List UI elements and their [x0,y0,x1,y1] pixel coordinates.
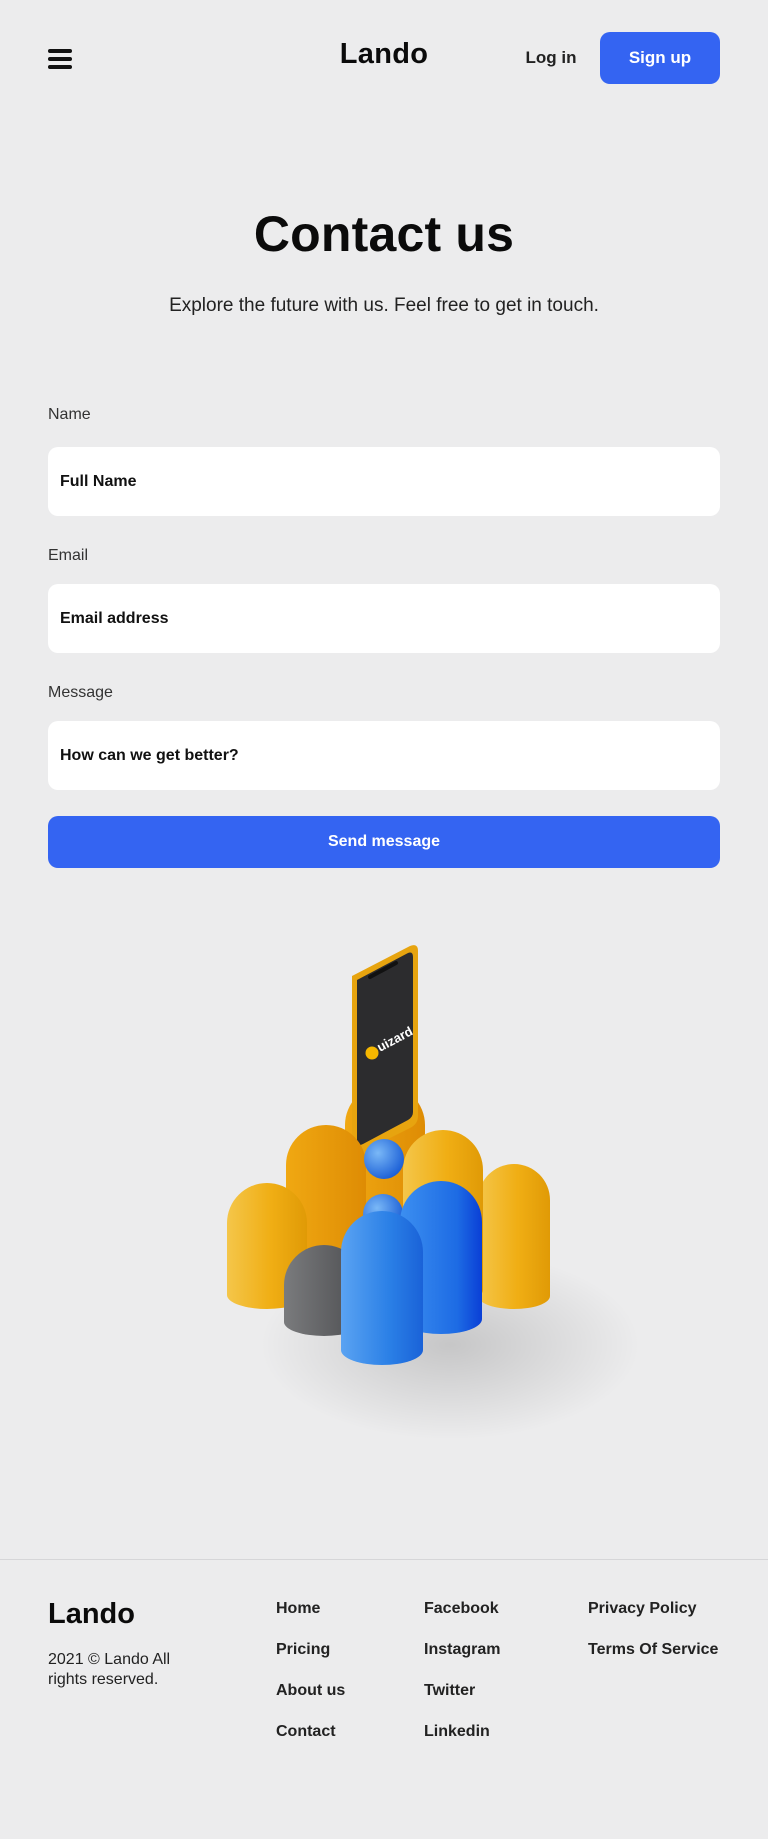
page-subtitle: Explore the future with us. Feel free to… [169,295,599,316]
email-label: Email [48,547,89,564]
footer-link-contact[interactable]: Contact [276,1723,336,1741]
name-field[interactable]: Full Name [48,447,720,516]
footer-link-terms[interactable]: Terms Of Service [588,1641,718,1659]
message-placeholder: How can we get better? [60,747,239,764]
name-placeholder: Full Name [60,473,137,490]
name-label: Name [48,406,91,423]
footer-link-pricing[interactable]: Pricing [276,1641,330,1659]
email-field[interactable]: Email address [48,584,720,653]
site-header: Lando Log in Sign up [0,0,768,116]
hero-illustration: uizard [227,945,640,1440]
email-placeholder: Email address [60,610,169,627]
login-link[interactable]: Log in [518,45,584,71]
footer-copyright: 2021 © Lando All rights reserved. [48,1651,171,1688]
blue-ball-top [364,1139,404,1179]
message-label: Message [48,684,113,701]
footer-link-privacy[interactable]: Privacy Policy [588,1600,697,1618]
footer-link-linkedin[interactable]: Linkedin [424,1723,490,1741]
blue-pillar-front [341,1211,423,1365]
footer-link-twitter[interactable]: Twitter [424,1682,475,1700]
footer-link-instagram[interactable]: Instagram [424,1641,500,1659]
page-title: Contact us [253,206,515,262]
hamburger-menu-icon[interactable] [48,49,72,69]
phone: uizard [352,945,418,1154]
message-field[interactable]: How can we get better? [48,721,720,790]
uizard-logo-icon [365,1046,379,1060]
signup-button[interactable]: Sign up [600,32,720,84]
footer-link-home[interactable]: Home [276,1600,320,1618]
footer-link-facebook[interactable]: Facebook [424,1600,499,1618]
yellow-pillar-right [478,1164,550,1309]
footer-logo[interactable]: Lando [48,1598,135,1631]
footer-divider [0,1559,768,1560]
send-message-button[interactable]: Send message [48,816,720,868]
site-logo[interactable]: Lando [340,38,429,70]
footer-link-about[interactable]: About us [276,1682,345,1700]
